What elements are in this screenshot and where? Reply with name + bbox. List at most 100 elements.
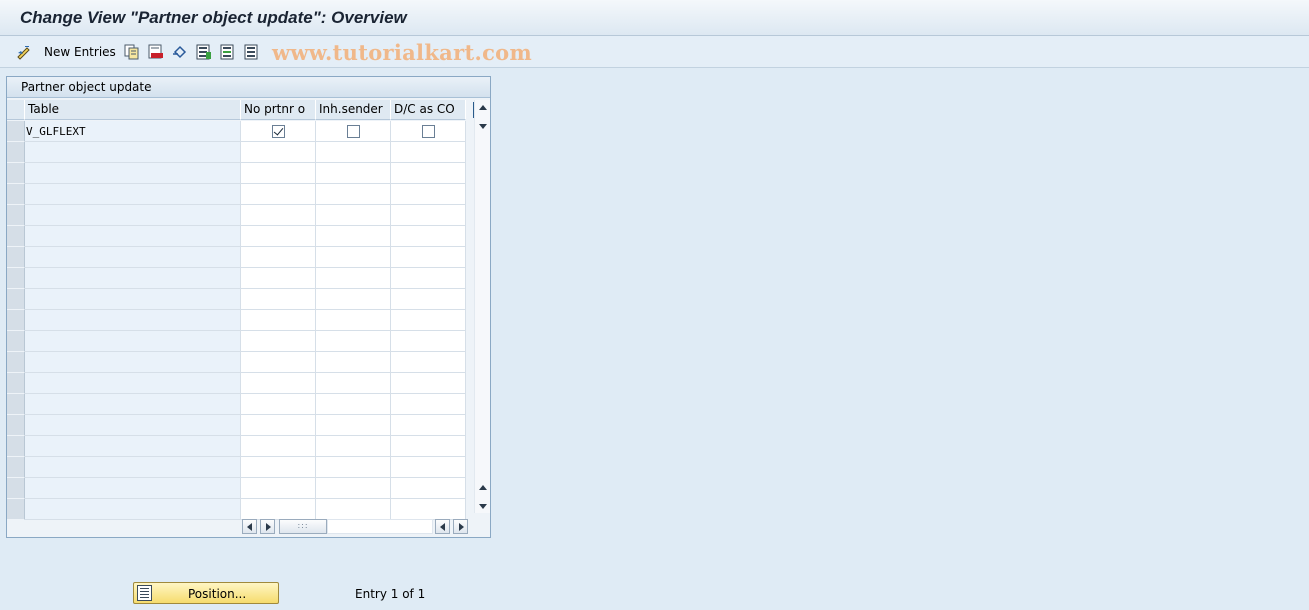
- empty-cell[interactable]: [25, 205, 241, 226]
- undo-button[interactable]: [172, 43, 188, 61]
- row-selector[interactable]: [7, 394, 25, 415]
- cell-no-prtnr-o[interactable]: [241, 121, 316, 142]
- empty-cell[interactable]: [241, 373, 316, 394]
- empty-cell[interactable]: [241, 499, 316, 520]
- horizontal-scroll-thumb[interactable]: :::: [279, 519, 327, 534]
- delete-button[interactable]: [148, 43, 164, 61]
- empty-cell[interactable]: [241, 205, 316, 226]
- row-selector[interactable]: [7, 247, 25, 268]
- empty-cell[interactable]: [316, 310, 391, 331]
- row-selector[interactable]: [7, 499, 25, 520]
- change-display-button[interactable]: [16, 43, 32, 61]
- empty-cell[interactable]: [391, 163, 466, 184]
- empty-cell[interactable]: [241, 163, 316, 184]
- empty-cell[interactable]: [391, 289, 466, 310]
- row-selector[interactable]: [7, 436, 25, 457]
- empty-cell[interactable]: [25, 415, 241, 436]
- empty-cell[interactable]: [316, 142, 391, 163]
- copy-button[interactable]: [124, 43, 140, 61]
- empty-cell[interactable]: [316, 184, 391, 205]
- empty-cell[interactable]: [25, 310, 241, 331]
- empty-cell[interactable]: [25, 163, 241, 184]
- empty-cell[interactable]: [316, 478, 391, 499]
- cell-inh-sender[interactable]: [316, 121, 391, 142]
- page-down-icon[interactable]: [479, 504, 487, 509]
- cell-dc-as-co[interactable]: [391, 121, 466, 142]
- empty-cell[interactable]: [241, 184, 316, 205]
- checkbox-no-prtnr-o[interactable]: [272, 125, 285, 138]
- scroll-right-icon[interactable]: [260, 519, 275, 534]
- position-button[interactable]: Position...: [133, 582, 279, 604]
- empty-cell[interactable]: [241, 331, 316, 352]
- empty-cell[interactable]: [241, 247, 316, 268]
- empty-cell[interactable]: [316, 352, 391, 373]
- empty-cell[interactable]: [241, 142, 316, 163]
- empty-cell[interactable]: [316, 247, 391, 268]
- empty-cell[interactable]: [391, 415, 466, 436]
- empty-cell[interactable]: [241, 394, 316, 415]
- column-header-dc-as-co[interactable]: D/C as CO: [391, 100, 466, 120]
- column-header-table[interactable]: Table: [25, 100, 241, 120]
- scroll-left-icon[interactable]: [242, 519, 257, 534]
- empty-cell[interactable]: [25, 499, 241, 520]
- scroll-down-icon[interactable]: [479, 124, 487, 129]
- row-selector[interactable]: [7, 352, 25, 373]
- empty-cell[interactable]: [316, 205, 391, 226]
- empty-cell[interactable]: [25, 436, 241, 457]
- empty-cell[interactable]: [391, 457, 466, 478]
- empty-cell[interactable]: [316, 499, 391, 520]
- empty-cell[interactable]: [391, 436, 466, 457]
- empty-cell[interactable]: [241, 268, 316, 289]
- empty-cell[interactable]: [241, 478, 316, 499]
- empty-cell[interactable]: [25, 331, 241, 352]
- empty-cell[interactable]: [391, 310, 466, 331]
- row-selector[interactable]: [7, 142, 25, 163]
- empty-cell[interactable]: [391, 184, 466, 205]
- empty-cell[interactable]: [316, 226, 391, 247]
- empty-cell[interactable]: [316, 268, 391, 289]
- empty-cell[interactable]: [391, 394, 466, 415]
- horizontal-scrollbar[interactable]: :::: [242, 519, 470, 534]
- empty-cell[interactable]: [316, 457, 391, 478]
- empty-cell[interactable]: [241, 289, 316, 310]
- checkbox-dc-as-co[interactable]: [422, 125, 435, 138]
- row-selector[interactable]: [7, 163, 25, 184]
- select-block-button[interactable]: [220, 43, 236, 61]
- scroll-left-end-icon[interactable]: [435, 519, 450, 534]
- select-all-button[interactable]: [196, 43, 212, 61]
- column-header-inh-sender[interactable]: Inh.sender: [316, 100, 391, 120]
- empty-cell[interactable]: [391, 331, 466, 352]
- empty-cell[interactable]: [391, 352, 466, 373]
- empty-cell[interactable]: [391, 142, 466, 163]
- row-selector[interactable]: [7, 457, 25, 478]
- page-up-icon[interactable]: [479, 485, 487, 490]
- empty-cell[interactable]: [25, 184, 241, 205]
- empty-cell[interactable]: [316, 436, 391, 457]
- row-selector[interactable]: [7, 310, 25, 331]
- empty-cell[interactable]: [25, 268, 241, 289]
- empty-cell[interactable]: [391, 247, 466, 268]
- empty-cell[interactable]: [316, 163, 391, 184]
- empty-cell[interactable]: [25, 289, 241, 310]
- empty-cell[interactable]: [391, 373, 466, 394]
- empty-cell[interactable]: [25, 457, 241, 478]
- column-header-no-prtnr-o[interactable]: No prtnr o: [241, 100, 316, 120]
- row-selector[interactable]: [7, 121, 25, 142]
- empty-cell[interactable]: [241, 415, 316, 436]
- empty-cell[interactable]: [25, 394, 241, 415]
- row-selector[interactable]: [7, 415, 25, 436]
- empty-cell[interactable]: [25, 142, 241, 163]
- row-selector[interactable]: [7, 184, 25, 205]
- empty-cell[interactable]: [316, 415, 391, 436]
- empty-cell[interactable]: [391, 226, 466, 247]
- empty-cell[interactable]: [241, 352, 316, 373]
- scroll-up-icon[interactable]: [479, 105, 487, 110]
- row-selector[interactable]: [7, 289, 25, 310]
- horizontal-scroll-track[interactable]: [327, 519, 433, 534]
- empty-cell[interactable]: [391, 478, 466, 499]
- empty-cell[interactable]: [241, 226, 316, 247]
- new-entries-button[interactable]: New Entries: [44, 43, 116, 61]
- empty-cell[interactable]: [25, 226, 241, 247]
- cell-table[interactable]: V_GLFLEXT: [25, 121, 241, 142]
- empty-cell[interactable]: [316, 394, 391, 415]
